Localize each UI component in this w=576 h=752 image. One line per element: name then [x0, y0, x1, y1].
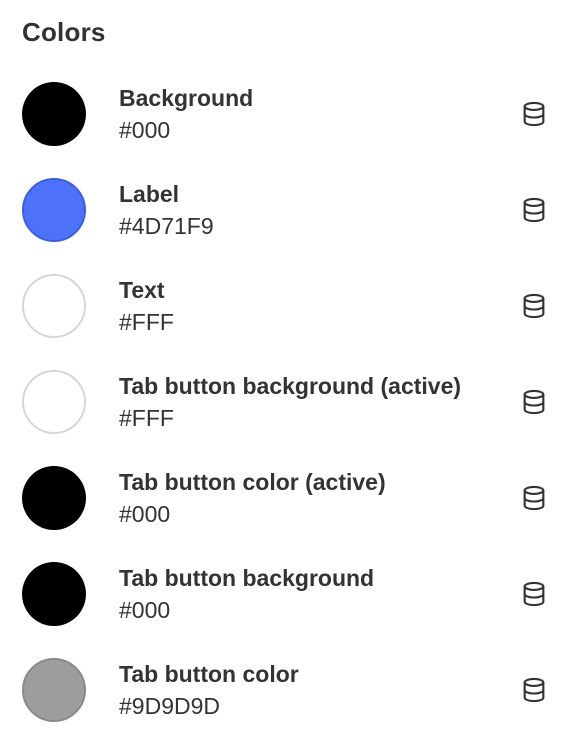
color-label: Text — [119, 277, 165, 303]
color-value: #FFF — [119, 309, 174, 335]
color-label: Tab button background (active) — [119, 373, 462, 399]
color-swatch[interactable] — [22, 466, 86, 530]
color-row-tab-button-background-active: Tab button background (active) #FFF — [0, 354, 576, 450]
database-icon — [523, 389, 545, 415]
database-icon — [523, 581, 545, 607]
database-icon — [523, 485, 545, 511]
color-swatch[interactable] — [22, 370, 86, 434]
color-row-tab-button-color: Tab button color #9D9D9D — [0, 642, 576, 738]
color-row-tab-button-background: Tab button background #000 — [0, 546, 576, 642]
color-value: #FFF — [119, 405, 174, 431]
color-label: Tab button background — [119, 565, 375, 591]
database-icon — [523, 677, 545, 703]
color-value: #4D71F9 — [119, 213, 214, 239]
color-label: Background — [119, 85, 254, 111]
color-label: Label — [119, 181, 180, 207]
section-title: Colors — [22, 17, 106, 47]
color-label: Tab button color — [119, 661, 299, 687]
color-row-background: Background #000 — [0, 66, 576, 162]
color-row-label: Label #4D71F9 — [0, 162, 576, 258]
color-label: Tab button color (active) — [119, 469, 386, 495]
database-icon — [523, 197, 545, 223]
database-button[interactable] — [516, 288, 552, 324]
database-button[interactable] — [516, 384, 552, 420]
color-swatch[interactable] — [22, 82, 86, 146]
database-button[interactable] — [516, 96, 552, 132]
color-swatch[interactable] — [22, 562, 86, 626]
database-icon — [523, 293, 545, 319]
color-swatch[interactable] — [22, 178, 86, 242]
color-row-tab-button-color-active: Tab button color (active) #000 — [0, 450, 576, 546]
color-swatch[interactable] — [22, 274, 86, 338]
database-icon — [523, 101, 545, 127]
database-button[interactable] — [516, 480, 552, 516]
database-button[interactable] — [516, 192, 552, 228]
color-value: #000 — [119, 117, 171, 143]
color-row-text: Text #FFF — [0, 258, 576, 354]
color-swatch[interactable] — [22, 658, 86, 722]
color-value: #000 — [119, 501, 171, 527]
color-value: #9D9D9D — [119, 693, 220, 719]
database-button[interactable] — [516, 576, 552, 612]
color-list: Background #000 Label #4D71F9 Text #FFF — [0, 66, 576, 738]
database-button[interactable] — [516, 672, 552, 708]
color-value: #000 — [119, 597, 171, 623]
